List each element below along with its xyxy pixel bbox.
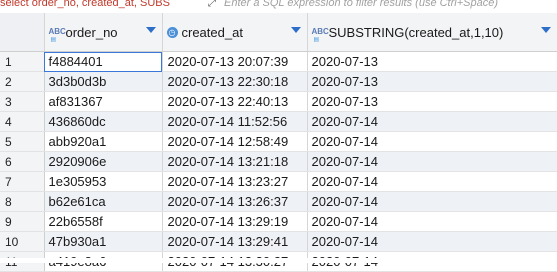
substring-cell[interactable]: 2020-07-14	[307, 171, 557, 192]
sort-dropdown-icon[interactable]	[540, 27, 551, 33]
row-number-cell[interactable]: 9	[0, 211, 45, 232]
table-row[interactable]: 6 2920906e 2020-07-14 13:21:18 2020-07-14	[0, 151, 557, 172]
order-no-cell[interactable]: 2920906e	[44, 151, 163, 172]
created-at-cell[interactable]: 2020-07-13 22:30:18	[162, 71, 308, 92]
column-label: SUBSTRING(created_at,1,10)	[328, 24, 504, 40]
column-header-substring[interactable]: ABC ▤ SUBSTRING(created_at,1,10)	[307, 13, 557, 52]
created-at-cell[interactable]: 2020-07-14 13:29:19	[162, 211, 308, 232]
column-header-created-at[interactable]: ◷ created_at	[162, 13, 308, 52]
row-number-cell[interactable]: 3	[0, 91, 45, 112]
sort-dropdown-icon[interactable]	[145, 27, 156, 33]
row-number-cell[interactable]: 4	[0, 111, 45, 132]
row-number-header	[0, 13, 45, 52]
substring-cell[interactable]: 2020-07-14	[307, 151, 557, 172]
created-at-cell[interactable]: 2020-07-13 22:40:13	[162, 91, 308, 112]
table-row[interactable]: 8 b62e61ca 2020-07-14 13:26:37 2020-07-14	[0, 191, 557, 212]
substring-cell[interactable]: 2020-07-13	[307, 51, 557, 72]
text-type-icon: ABC ▤	[311, 27, 329, 43]
table-row[interactable]: 9 22b6558f 2020-07-14 13:29:19 2020-07-14	[0, 211, 557, 232]
table-row[interactable]: 4 436860dc 2020-07-14 11:52:56 2020-07-14	[0, 111, 557, 132]
row-number-cell[interactable]: 10	[0, 231, 45, 252]
clock-icon: ◷	[166, 26, 178, 38]
order-no-cell[interactable]: 436860dc	[44, 111, 163, 132]
created-at-cell[interactable]: 2020-07-14 13:29:41	[162, 231, 308, 252]
created-at-cell[interactable]: 2020-07-14 11:52:56	[162, 111, 308, 132]
filter-bar[interactable]: select order_no, created_at, SUBS ⤢ Ente…	[0, 0, 557, 12]
row-number-cell[interactable]: 7	[0, 171, 45, 192]
created-at-cell[interactable]: 2020-07-14 13:23:27	[162, 171, 308, 192]
order-no-cell[interactable]: abb920a1	[44, 131, 163, 152]
status-bar	[0, 258, 557, 263]
order-no-cell[interactable]: af831367	[44, 91, 163, 112]
results-grid: ABC ▤ order_no ◷ created_at ABC ▤ SUBSTRIN…	[0, 13, 557, 272]
sort-dropdown-icon[interactable]	[290, 27, 301, 33]
created-at-cell[interactable]: 2020-07-14 13:21:18	[162, 151, 308, 172]
column-header-order-no[interactable]: ABC ▤ order_no	[44, 13, 163, 52]
column-label: created_at	[181, 24, 243, 40]
order-no-cell[interactable]: 47b930a1	[44, 231, 163, 252]
header-row: ABC ▤ order_no ◷ created_at ABC ▤ SUBSTRIN…	[0, 13, 557, 52]
substring-cell[interactable]: 2020-07-14	[307, 111, 557, 132]
created-at-cell[interactable]: 2020-07-14 12:58:49	[162, 131, 308, 152]
substring-cell[interactable]: 2020-07-13	[307, 91, 557, 112]
created-at-cell[interactable]: 2020-07-14 13:26:37	[162, 191, 308, 212]
table-row[interactable]: 2 3d3b0d3b 2020-07-13 22:30:18 2020-07-13	[0, 71, 557, 92]
substring-cell[interactable]: 2020-07-14	[307, 211, 557, 232]
substring-cell[interactable]: 2020-07-13	[307, 71, 557, 92]
filter-query-text[interactable]: select order_no, created_at, SUBS	[0, 0, 170, 9]
order-no-cell[interactable]: f4884401	[44, 51, 163, 72]
created-at-cell[interactable]: 2020-07-13 20:07:39	[162, 51, 308, 72]
order-no-cell[interactable]: b62e61ca	[44, 191, 163, 212]
row-number-cell[interactable]: 6	[0, 151, 45, 172]
order-no-cell[interactable]: 22b6558f	[44, 211, 163, 232]
substring-cell[interactable]: 2020-07-14	[307, 191, 557, 212]
filter-placeholder: Enter a SQL expression to filter results…	[224, 0, 499, 9]
order-no-cell[interactable]: 1e305953	[44, 171, 163, 192]
table-row[interactable]: 3 af831367 2020-07-13 22:40:13 2020-07-13	[0, 91, 557, 112]
order-no-cell[interactable]: 3d3b0d3b	[44, 71, 163, 92]
row-number-cell[interactable]: 1	[0, 51, 45, 72]
substring-cell[interactable]: 2020-07-14	[307, 131, 557, 152]
text-type-icon: ABC ▤	[48, 27, 66, 43]
substring-cell[interactable]: 2020-07-14	[307, 231, 557, 252]
column-label: order_no	[65, 24, 118, 40]
row-number-cell[interactable]: 5	[0, 131, 45, 152]
expand-icon[interactable]: ⤢	[206, 0, 218, 11]
row-number-cell[interactable]: 2	[0, 71, 45, 92]
table-row[interactable]: 7 1e305953 2020-07-14 13:23:27 2020-07-14	[0, 171, 557, 192]
table-row[interactable]: 5 abb920a1 2020-07-14 12:58:49 2020-07-14	[0, 131, 557, 152]
table-row[interactable]: 10 47b930a1 2020-07-14 13:29:41 2020-07-14	[0, 231, 557, 252]
table-row[interactable]: 1 f4884401 2020-07-13 20:07:39 2020-07-13	[0, 51, 557, 72]
row-number-cell[interactable]: 8	[0, 191, 45, 212]
